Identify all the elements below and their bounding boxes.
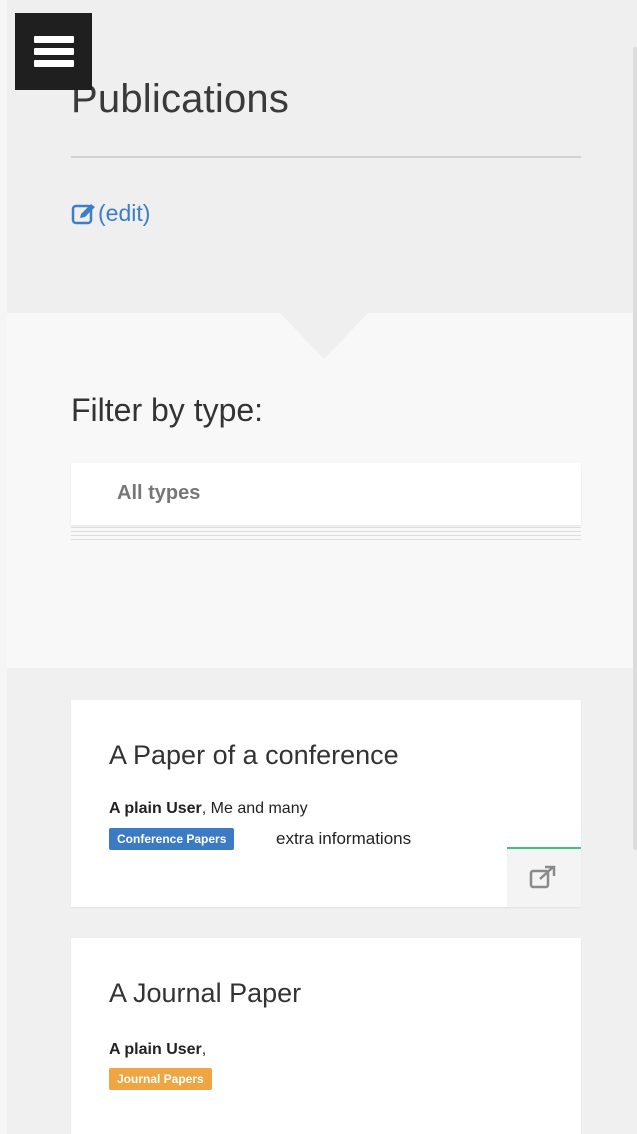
menu-bar [34,60,74,67]
filter-selected-value: All types [117,482,201,504]
publication-title[interactable]: A Journal Paper [109,978,301,1009]
type-badge: Journal Papers [109,1068,212,1090]
scrollbar[interactable] [633,47,637,850]
menu-bar [34,48,74,55]
author-bold: A plain User [109,1041,202,1058]
type-badge: Conference Papers [109,828,235,850]
authors-rest: , [201,1041,207,1058]
publication-authors: A plain User, [109,1041,206,1059]
edit-label: (edit) [98,200,151,226]
authors-rest: , Me and many [201,800,308,817]
publication-authors: A plain User, Me and many [109,800,308,818]
page-title: Publications [71,77,290,121]
publication-card: A Journal Paper A plain User, Journal Pa… [71,938,581,1134]
section-notch [280,313,368,359]
hamburger-menu-icon[interactable] [15,13,92,90]
external-link-icon [529,865,556,889]
menu-bar [34,36,74,43]
publication-card: A Paper of a conference A plain User, Me… [71,700,581,907]
dropdown-stack-line [71,539,581,540]
author-bold: A plain User [109,800,202,817]
edit-pencil-icon [71,203,95,224]
dropdown-stack-line [71,531,581,532]
external-link-button[interactable] [507,847,581,907]
filter-label: Filter by type: [71,392,264,428]
dropdown-stack-line [71,527,581,528]
dropdown-stack-line [71,535,581,536]
type-filter-select[interactable]: All types [71,463,581,525]
publication-extra-info: extra informations [276,829,412,848]
publication-title[interactable]: A Paper of a conference [109,740,399,771]
title-divider [71,156,581,158]
edit-link[interactable]: (edit) [71,200,150,227]
